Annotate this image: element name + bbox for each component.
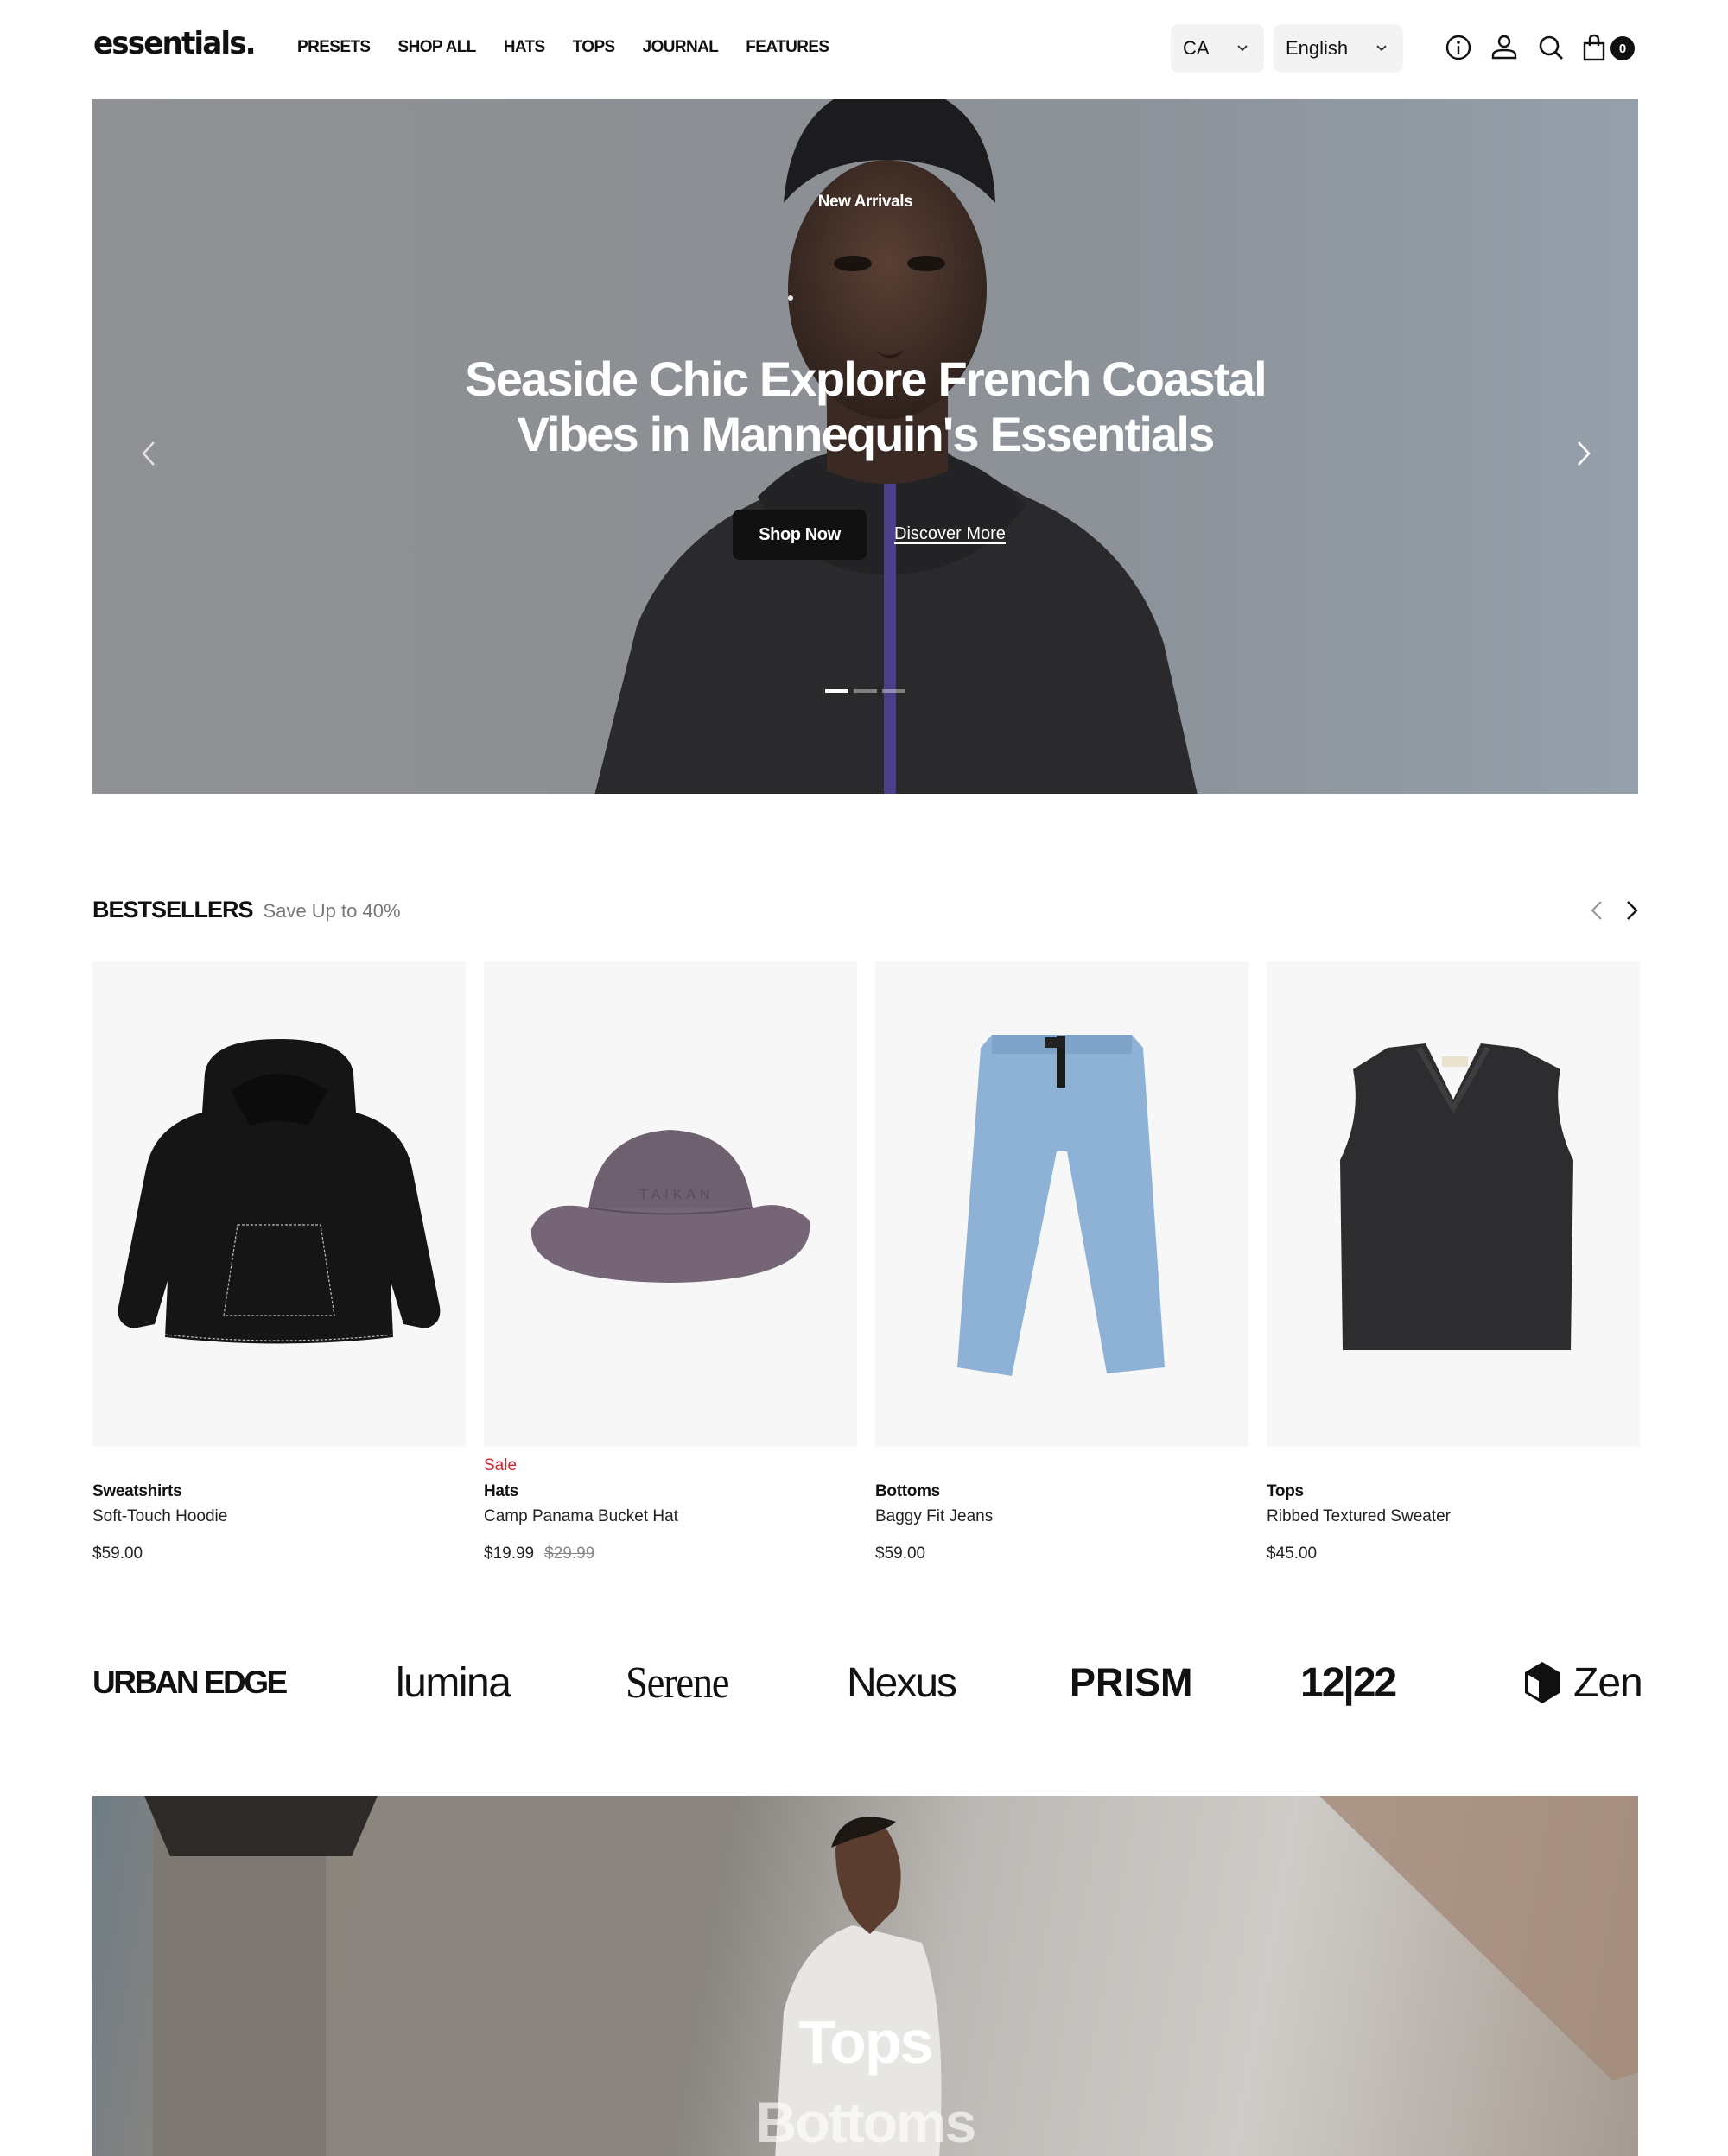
brand-logo-prism[interactable]: PRISM xyxy=(1070,1657,1193,1709)
language-select[interactable]: English xyxy=(1274,24,1403,73)
chevron-down-icon xyxy=(1237,45,1248,52)
bucket-hat-image: TAIKAN xyxy=(530,1130,810,1283)
product-category: Tops xyxy=(1267,1482,1304,1500)
country-select-value: CA xyxy=(1183,37,1210,59)
product-price: $59.00 xyxy=(875,1544,925,1563)
product-name[interactable]: Soft-Touch Hoodie xyxy=(92,1507,227,1526)
product-price: $59.00 xyxy=(92,1544,143,1563)
product-name[interactable]: Camp Panama Bucket Hat xyxy=(484,1507,678,1526)
carousel-next-icon[interactable] xyxy=(1619,897,1645,924)
jeans-image xyxy=(957,1035,1165,1376)
section-subtitle: Save Up to 40% xyxy=(263,900,401,922)
product-price: $19.99 $29.99 xyxy=(484,1544,594,1563)
product-image-hoodie[interactable] xyxy=(92,961,466,1447)
brand-logo-zen-text: Zen xyxy=(1573,1659,1643,1706)
product-name[interactable]: Baggy Fit Jeans xyxy=(875,1507,993,1526)
nav-item-shop-all[interactable]: SHOP ALL xyxy=(398,38,477,57)
sale-badge: Sale xyxy=(484,1456,518,1474)
slide-indicators xyxy=(825,689,905,693)
product-card[interactable] xyxy=(1267,961,1640,1447)
brand-logo-nexus[interactable]: Nexus xyxy=(847,1657,957,1709)
nav-item-hats[interactable]: HATS xyxy=(504,38,546,57)
logo[interactable]: essentials. xyxy=(93,26,257,61)
bestsellers-heading: BESTSELLERS Save Up to 40% xyxy=(92,897,401,923)
svg-text:TAIKAN: TAIKAN xyxy=(639,1188,715,1202)
cart-count-badge: 0 xyxy=(1610,36,1635,60)
info-icon[interactable] xyxy=(1444,33,1473,62)
current-price: $19.99 xyxy=(484,1544,535,1563)
language-select-value: English xyxy=(1286,37,1349,59)
chevron-down-icon xyxy=(1376,45,1387,52)
product-name[interactable]: Ribbed Textured Sweater xyxy=(1267,1507,1451,1526)
carousel-prev-icon[interactable] xyxy=(1584,897,1610,924)
brand-logo-zen[interactable]: Zen xyxy=(1523,1657,1643,1709)
hero-prev-arrow-icon[interactable] xyxy=(131,432,166,475)
brand-logo-urban-edge[interactable]: URBAN EDGE xyxy=(92,1657,288,1709)
nav-item-journal[interactable]: JOURNAL xyxy=(643,38,719,57)
product-image-sweater-vest[interactable] xyxy=(1267,961,1640,1447)
product-image-bucket-hat[interactable]: TAIKAN xyxy=(484,961,857,1447)
current-price: $45.00 xyxy=(1267,1544,1318,1563)
cart-icon[interactable] xyxy=(1580,33,1610,62)
product-image-jeans[interactable] xyxy=(875,961,1248,1447)
section-title: BESTSELLERS xyxy=(92,897,254,923)
product-category: Hats xyxy=(484,1482,518,1500)
hero-eyebrow: New Arrivals xyxy=(817,193,913,211)
hoodie-image xyxy=(118,1039,441,1344)
category-link-tops[interactable]: Tops xyxy=(92,2007,1638,2077)
nav-item-presets[interactable]: PRESETS xyxy=(297,38,371,57)
site-header: essentials. PRESETS SHOP ALL HATS TOPS J… xyxy=(0,0,1728,99)
brand-logo-1222[interactable]: 12|22 xyxy=(1300,1657,1397,1709)
sweater-vest-image xyxy=(1340,1043,1573,1350)
category-banner: Tops Bottoms xyxy=(92,1796,1638,2156)
slide-indicator-2[interactable] xyxy=(854,689,877,693)
product-card[interactable]: TAIKAN xyxy=(484,961,857,1447)
product-card[interactable] xyxy=(92,961,466,1447)
nav-item-features[interactable]: FEATURES xyxy=(746,38,829,57)
cube-icon xyxy=(1525,1662,1560,1703)
category-link-bottoms[interactable]: Bottoms xyxy=(92,2089,1638,2155)
hero-title: Seaside Chic Explore French Coastal Vibe… xyxy=(465,352,1267,461)
nav-item-tops[interactable]: TOPS xyxy=(573,38,616,57)
current-price: $59.00 xyxy=(875,1544,926,1563)
shop-now-button[interactable]: Shop Now xyxy=(733,510,867,560)
main-nav: PRESETS SHOP ALL HATS TOPS JOURNAL FEATU… xyxy=(297,38,856,57)
brand-logo-lumina[interactable]: lumina xyxy=(396,1657,511,1709)
country-select[interactable]: CA xyxy=(1171,24,1264,73)
slide-indicator-1[interactable] xyxy=(825,689,848,693)
product-category: Sweatshirts xyxy=(92,1482,182,1500)
search-icon[interactable] xyxy=(1536,33,1566,62)
account-icon[interactable] xyxy=(1490,33,1519,62)
hero-slider: New Arrivals Seaside Chic Explore French… xyxy=(92,99,1638,794)
product-card[interactable] xyxy=(875,961,1248,1447)
hero-next-arrow-icon[interactable] xyxy=(1566,432,1601,475)
product-category: Bottoms xyxy=(875,1482,940,1500)
brand-logo-serene[interactable]: Serene xyxy=(626,1657,730,1709)
product-price: $45.00 xyxy=(1267,1544,1317,1563)
current-price: $59.00 xyxy=(92,1544,143,1563)
slide-indicator-3[interactable] xyxy=(882,689,905,693)
compare-at-price: $29.99 xyxy=(544,1544,595,1563)
discover-more-link[interactable]: Discover More xyxy=(894,524,1006,544)
